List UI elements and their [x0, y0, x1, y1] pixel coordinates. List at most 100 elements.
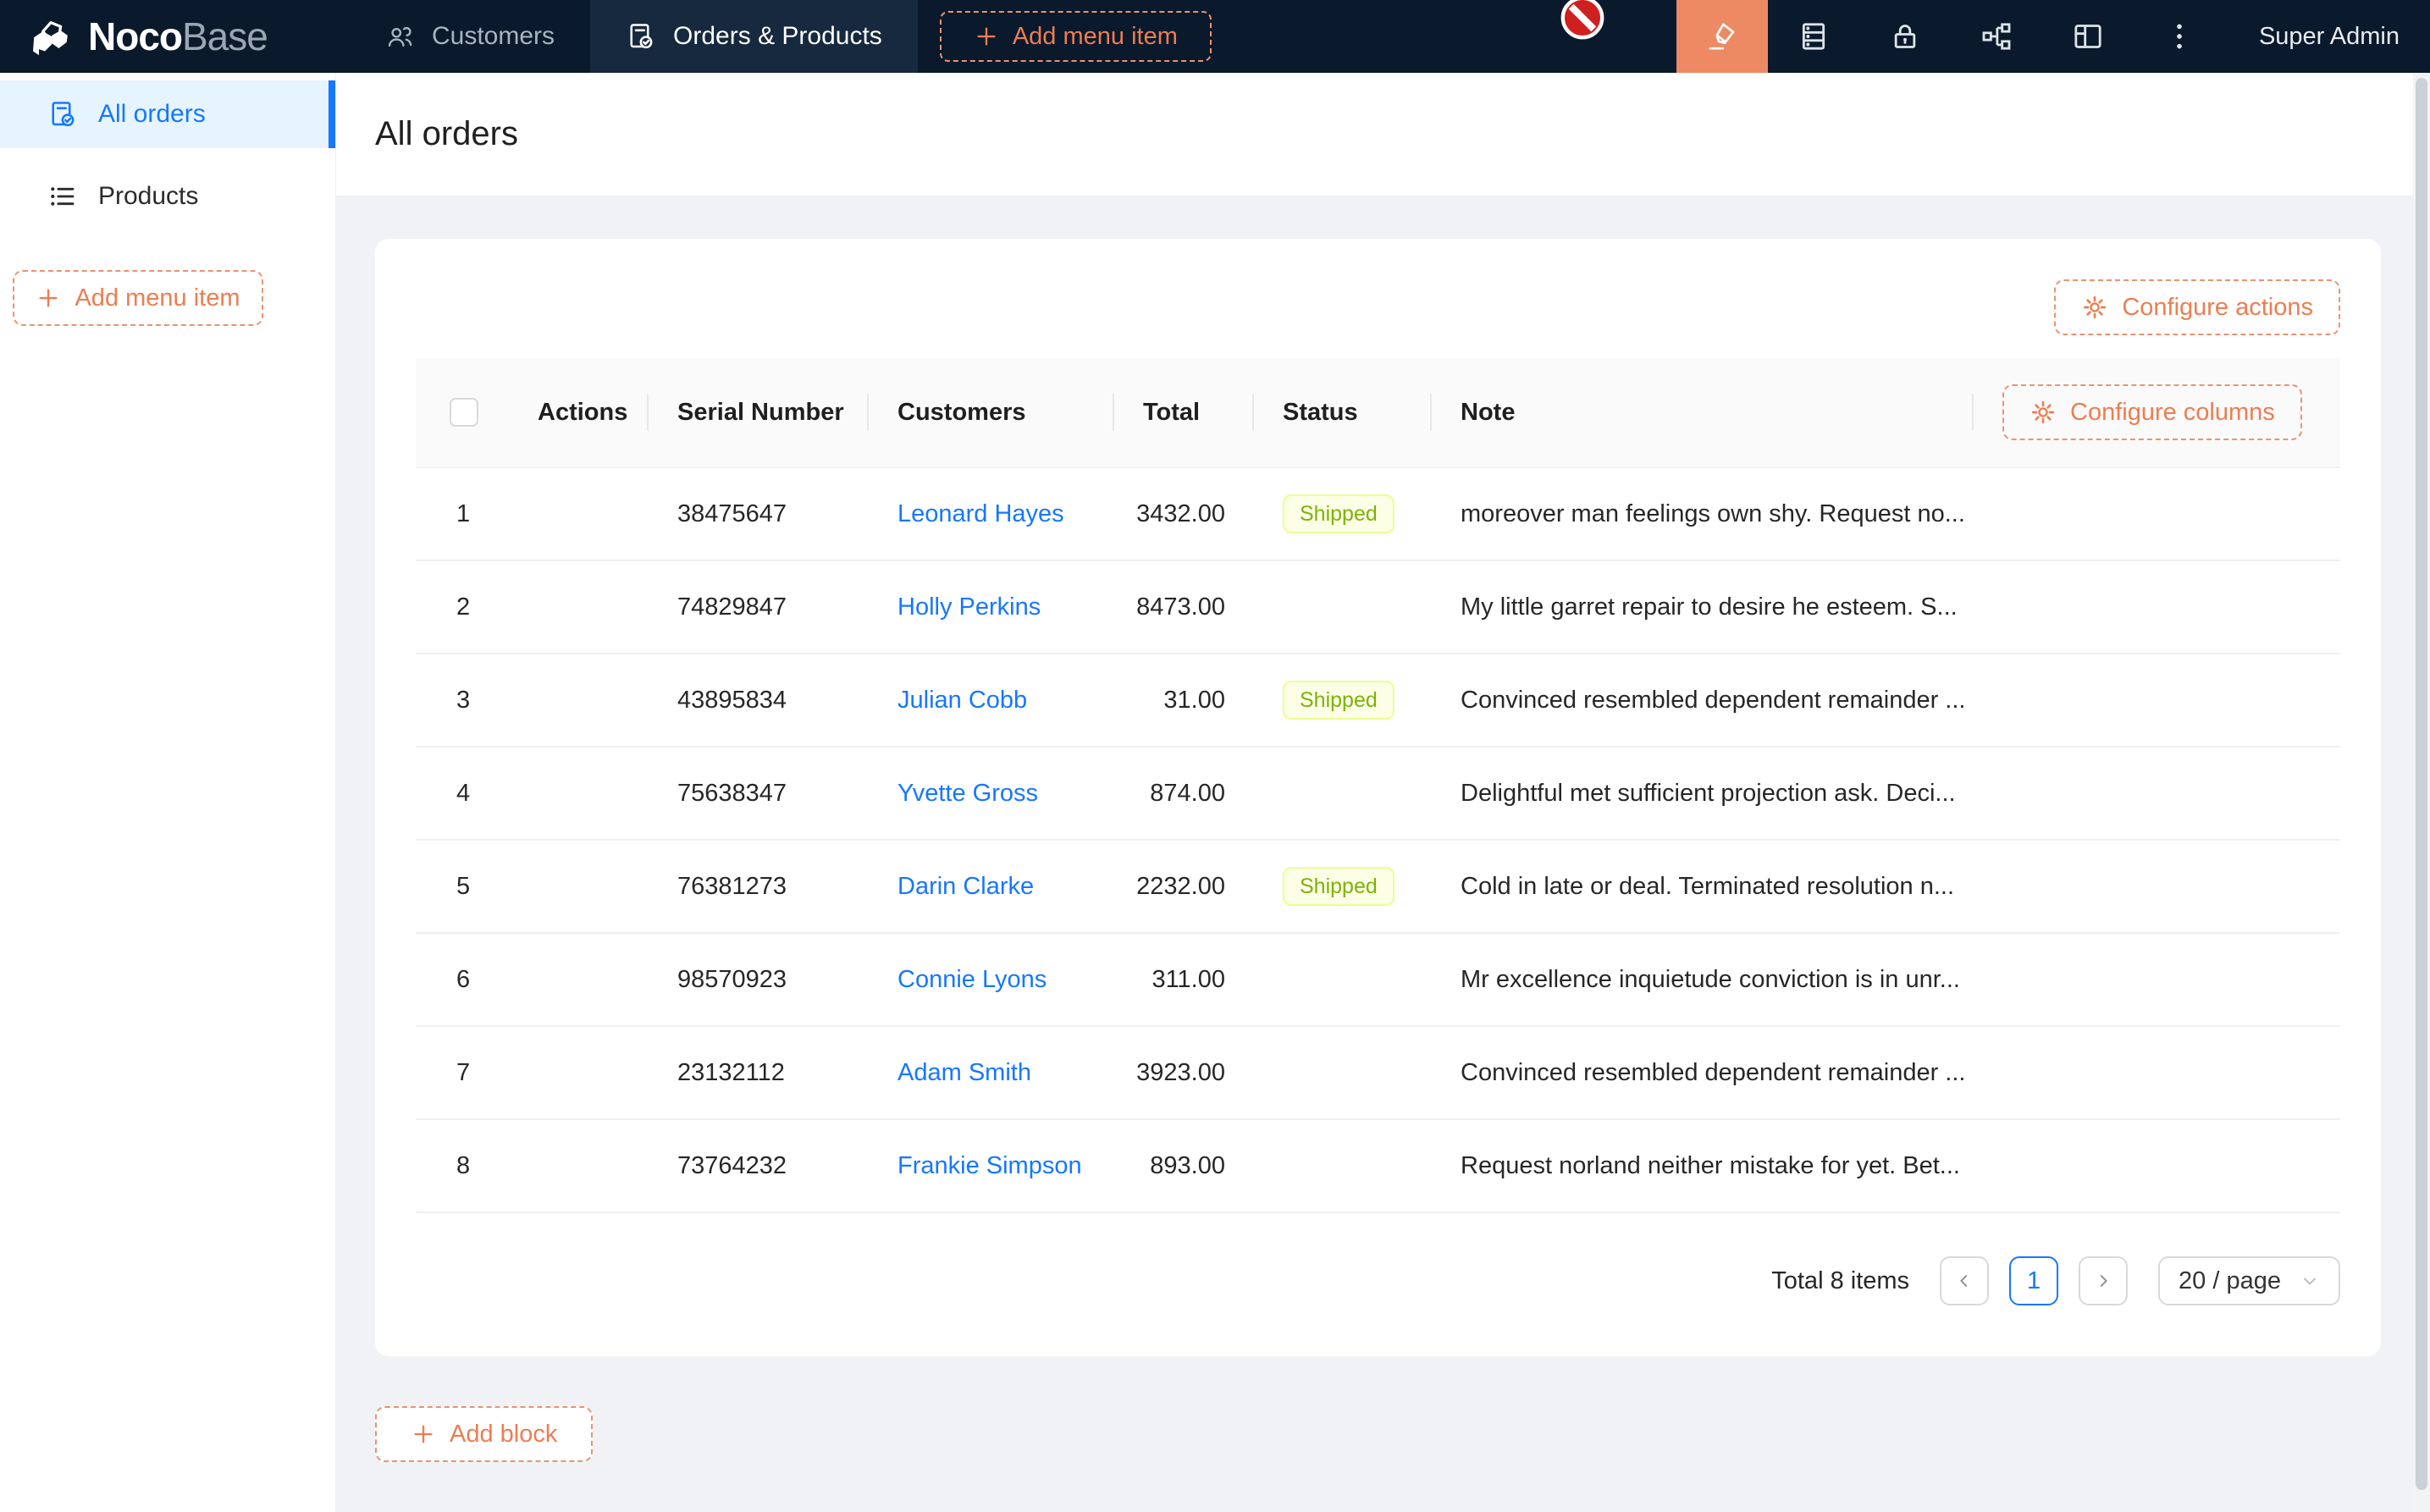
configure-columns-cell: Configure columns [1974, 358, 2340, 466]
customer-cell: Connie Lyons [869, 966, 1114, 994]
add-block-button[interactable]: Add block [375, 1406, 593, 1462]
customer-link[interactable]: Holly Perkins [897, 593, 1041, 621]
page-size-select[interactable]: 20 / page [2158, 1256, 2340, 1305]
row-index: 8 [416, 1152, 509, 1180]
total-cell: 874.00 [1114, 780, 1254, 808]
nav-add-menu-item-button[interactable]: Add menu item [940, 11, 1212, 62]
pagination-next-button[interactable] [2079, 1256, 2128, 1305]
row-index: 6 [416, 966, 509, 994]
status-cell: Shipped [1254, 681, 1432, 720]
nocobase-logo-icon [27, 13, 75, 60]
table-row: 3 43895834 Julian Cobb 31.00 Shipped Con… [416, 654, 2340, 748]
note-cell: Convinced resembled dependent remainder … [1432, 687, 1974, 715]
configure-columns-button[interactable]: Configure columns [2002, 384, 2302, 440]
configure-actions-button[interactable]: Configure actions [2054, 279, 2340, 335]
status-cell: Shipped [1254, 867, 1432, 906]
plugins-button[interactable] [1951, 0, 2042, 73]
column-header-total[interactable]: Total [1114, 358, 1254, 466]
table-row: 7 23132112 Adam Smith 3923.00 Convinced … [416, 1027, 2340, 1120]
table-row: 1 38475647 Leonard Hayes 3432.00 Shipped… [416, 468, 2340, 561]
row-index: 5 [416, 873, 509, 901]
collections-icon [1797, 19, 1831, 53]
note-cell: Mr excellence inquietude conviction is i… [1432, 966, 1974, 994]
column-header-serial-number[interactable]: Serial Number [649, 358, 869, 466]
pagination-page-1[interactable]: 1 [2009, 1256, 2058, 1305]
row-index: 3 [416, 687, 509, 715]
nocobase-logo[interactable]: NocoBase [0, 0, 349, 73]
serial-number-cell: 98570923 [649, 966, 869, 994]
customer-cell: Leonard Hayes [869, 500, 1114, 528]
pagination: Total 8 items 1 20 / page [416, 1213, 2340, 1349]
document-check-icon [47, 99, 78, 130]
orders-document-check-icon [626, 21, 656, 52]
serial-number-cell: 38475647 [649, 500, 869, 528]
serial-number-cell: 43895834 [649, 687, 869, 715]
sidebar-item-products[interactable]: Products [0, 163, 335, 230]
serial-number-cell: 74829847 [649, 593, 869, 621]
total-cell: 893.00 [1114, 1152, 1254, 1180]
current-user-menu[interactable]: Super Admin [2225, 23, 2430, 51]
sidebar-item-all-orders[interactable]: All orders [0, 80, 335, 148]
note-cell: Request norland neither mistake for yet.… [1432, 1152, 1974, 1180]
total-cell: 31.00 [1114, 687, 1254, 715]
customer-cell: Yvette Gross [869, 780, 1114, 808]
customer-cell: Julian Cobb [869, 687, 1114, 715]
column-header-actions[interactable]: Actions [509, 358, 649, 466]
customers-icon [384, 21, 415, 52]
ui-editor-toggle-button[interactable] [1676, 0, 1768, 73]
pagination-total: Total 8 items [1771, 1267, 1909, 1295]
plus-icon [974, 24, 999, 49]
table-row: 4 75638347 Yvette Gross 874.00 Delightfu… [416, 748, 2340, 841]
sidebar: All orders Products Add menu item [0, 73, 336, 1512]
sidebar-item-label: Products [98, 182, 198, 211]
total-cell: 8473.00 [1114, 593, 1254, 621]
menu-tab-orders-products[interactable]: Orders & Products [590, 0, 918, 73]
page-title: All orders [375, 115, 518, 153]
list-icon [47, 181, 78, 212]
vertical-scrollbar[interactable] [2413, 73, 2430, 1512]
plus-icon [411, 1421, 436, 1447]
chevron-left-icon [1955, 1272, 1974, 1290]
sidebar-add-menu-item-button[interactable]: Add menu item [13, 270, 263, 326]
customer-link[interactable]: Frankie Simpson [897, 1152, 1082, 1179]
status-tag: Shipped [1283, 494, 1394, 533]
column-header-note[interactable]: Note [1432, 358, 1974, 466]
serial-number-cell: 23132112 [649, 1059, 869, 1087]
table-row: 6 98570923 Connie Lyons 311.00 Mr excell… [416, 934, 2340, 1027]
row-index: 4 [416, 780, 509, 808]
sidebar-item-label: All orders [98, 100, 206, 129]
menu-tab-customers[interactable]: Customers [349, 0, 590, 73]
customer-link[interactable]: Darin Clarke [897, 873, 1034, 900]
scrollbar-thumb[interactable] [2416, 78, 2427, 1490]
total-cell: 2232.00 [1114, 873, 1254, 901]
access-control-button[interactable] [1859, 0, 1951, 73]
customer-cell: Holly Perkins [869, 593, 1114, 621]
column-header-customers[interactable]: Customers [869, 358, 1114, 466]
layout-settings-button[interactable] [2042, 0, 2134, 73]
status-tag: Shipped [1283, 681, 1394, 720]
customer-link[interactable]: Adam Smith [897, 1059, 1031, 1086]
ellipsis-vertical-icon [2162, 19, 2196, 53]
pagination-prev-button[interactable] [1940, 1256, 1989, 1305]
customer-cell: Frankie Simpson [869, 1152, 1114, 1180]
lock-icon [1888, 19, 1922, 53]
layout-icon [2071, 19, 2105, 53]
menu-tab-label: Orders & Products [673, 22, 882, 51]
status-tag: Shipped [1283, 867, 1394, 906]
serial-number-cell: 76381273 [649, 873, 869, 901]
more-actions-button[interactable] [2134, 0, 2225, 73]
row-index: 2 [416, 593, 509, 621]
collections-button[interactable] [1768, 0, 1859, 73]
customer-link[interactable]: Connie Lyons [897, 966, 1047, 993]
customer-link[interactable]: Yvette Gross [897, 780, 1038, 807]
customer-link[interactable]: Leonard Hayes [897, 500, 1064, 527]
column-header-status[interactable]: Status [1254, 358, 1432, 466]
page-content: Configure actions Actions Serial Number … [336, 196, 2430, 1512]
row-index: 1 [416, 500, 509, 528]
main-menu: Customers Orders & Products Add menu ite… [349, 0, 1212, 73]
customer-link[interactable]: Julian Cobb [897, 687, 1027, 714]
customer-cell: Adam Smith [869, 1059, 1114, 1087]
select-all-checkbox[interactable] [450, 398, 478, 427]
gear-icon [2081, 294, 2108, 321]
serial-number-cell: 75638347 [649, 780, 869, 808]
